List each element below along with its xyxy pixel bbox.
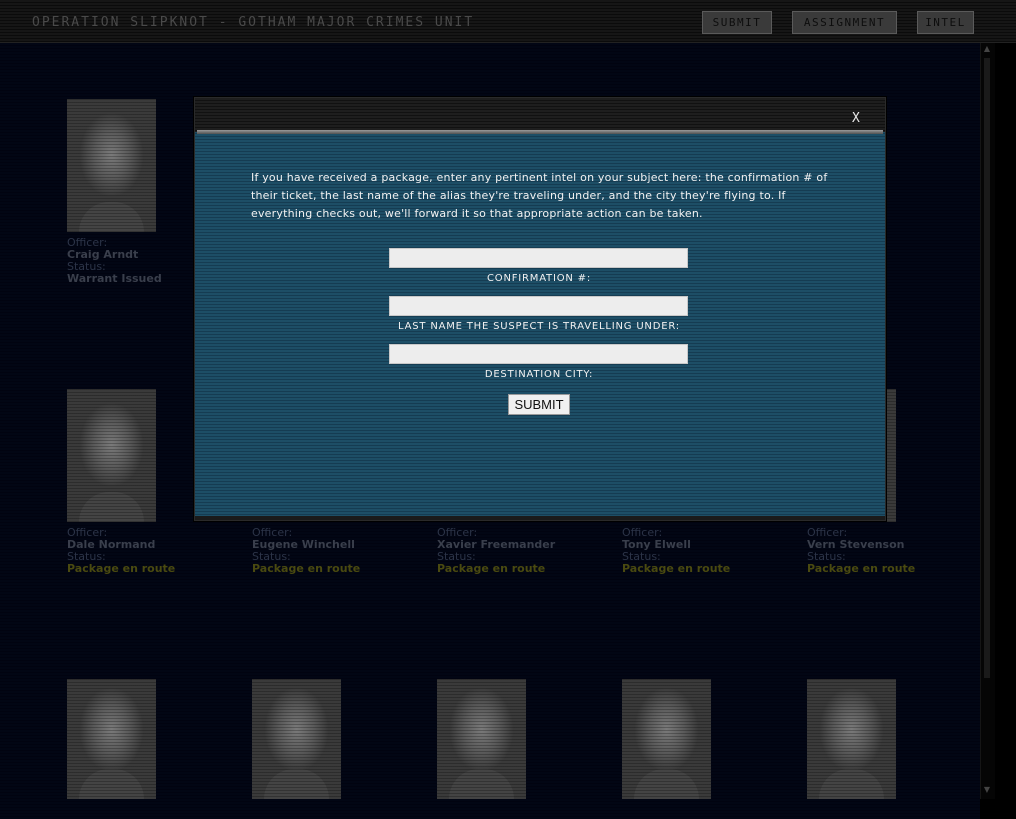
officer-status: Package en route bbox=[622, 562, 731, 575]
officer-card[interactable] bbox=[437, 679, 587, 799]
officer-status: Package en route bbox=[807, 562, 916, 575]
officer-photo bbox=[67, 679, 156, 799]
nav-assignment-button[interactable]: ASSIGNMENT bbox=[792, 11, 897, 34]
scroll-down-arrow-icon[interactable]: ▼ bbox=[981, 785, 993, 797]
last-name-input[interactable] bbox=[389, 296, 688, 316]
close-icon[interactable]: X bbox=[852, 111, 860, 126]
modal-header-divider bbox=[197, 130, 883, 134]
nav-submit-button[interactable]: SUBMIT bbox=[702, 11, 772, 34]
modal-footer bbox=[195, 516, 885, 520]
officer-card[interactable] bbox=[252, 679, 402, 799]
nav-intel-button[interactable]: INTEL bbox=[917, 11, 974, 34]
modal-header bbox=[195, 98, 885, 132]
officer-photo bbox=[807, 679, 896, 799]
intel-modal: X If you have received a package, enter … bbox=[194, 97, 886, 521]
destination-city-label: DESTINATION CITY: bbox=[484, 369, 594, 380]
scroll-thumb[interactable] bbox=[984, 58, 990, 678]
officer-card[interactable] bbox=[622, 679, 772, 799]
officer-status: Package en route bbox=[252, 562, 361, 575]
top-bar: OPERATION SLIPKNOT - GOTHAM MAJOR CRIMES… bbox=[0, 0, 1016, 43]
confirmation-input[interactable] bbox=[389, 248, 688, 268]
last-name-label: LAST NAME THE SUSPECT IS TRAVELLING UNDE… bbox=[398, 321, 680, 332]
officer-photo bbox=[67, 99, 156, 232]
officer-card[interactable] bbox=[807, 679, 957, 799]
officer-card[interactable] bbox=[67, 679, 217, 799]
officer-status: Package en route bbox=[437, 562, 546, 575]
scroll-up-arrow-icon[interactable]: ▲ bbox=[981, 44, 993, 56]
submit-button[interactable]: SUBMIT bbox=[508, 394, 570, 415]
officer-photo bbox=[67, 389, 156, 522]
destination-city-input[interactable] bbox=[389, 344, 688, 364]
officer-photo bbox=[252, 679, 341, 799]
officer-status: Package en route bbox=[67, 562, 176, 575]
app-title: OPERATION SLIPKNOT - GOTHAM MAJOR CRIMES… bbox=[32, 15, 475, 30]
officer-photo bbox=[437, 679, 526, 799]
modal-instructions: If you have received a package, enter an… bbox=[251, 171, 828, 220]
officer-photo bbox=[622, 679, 711, 799]
confirmation-label: CONFIRMATION #: bbox=[486, 273, 591, 284]
